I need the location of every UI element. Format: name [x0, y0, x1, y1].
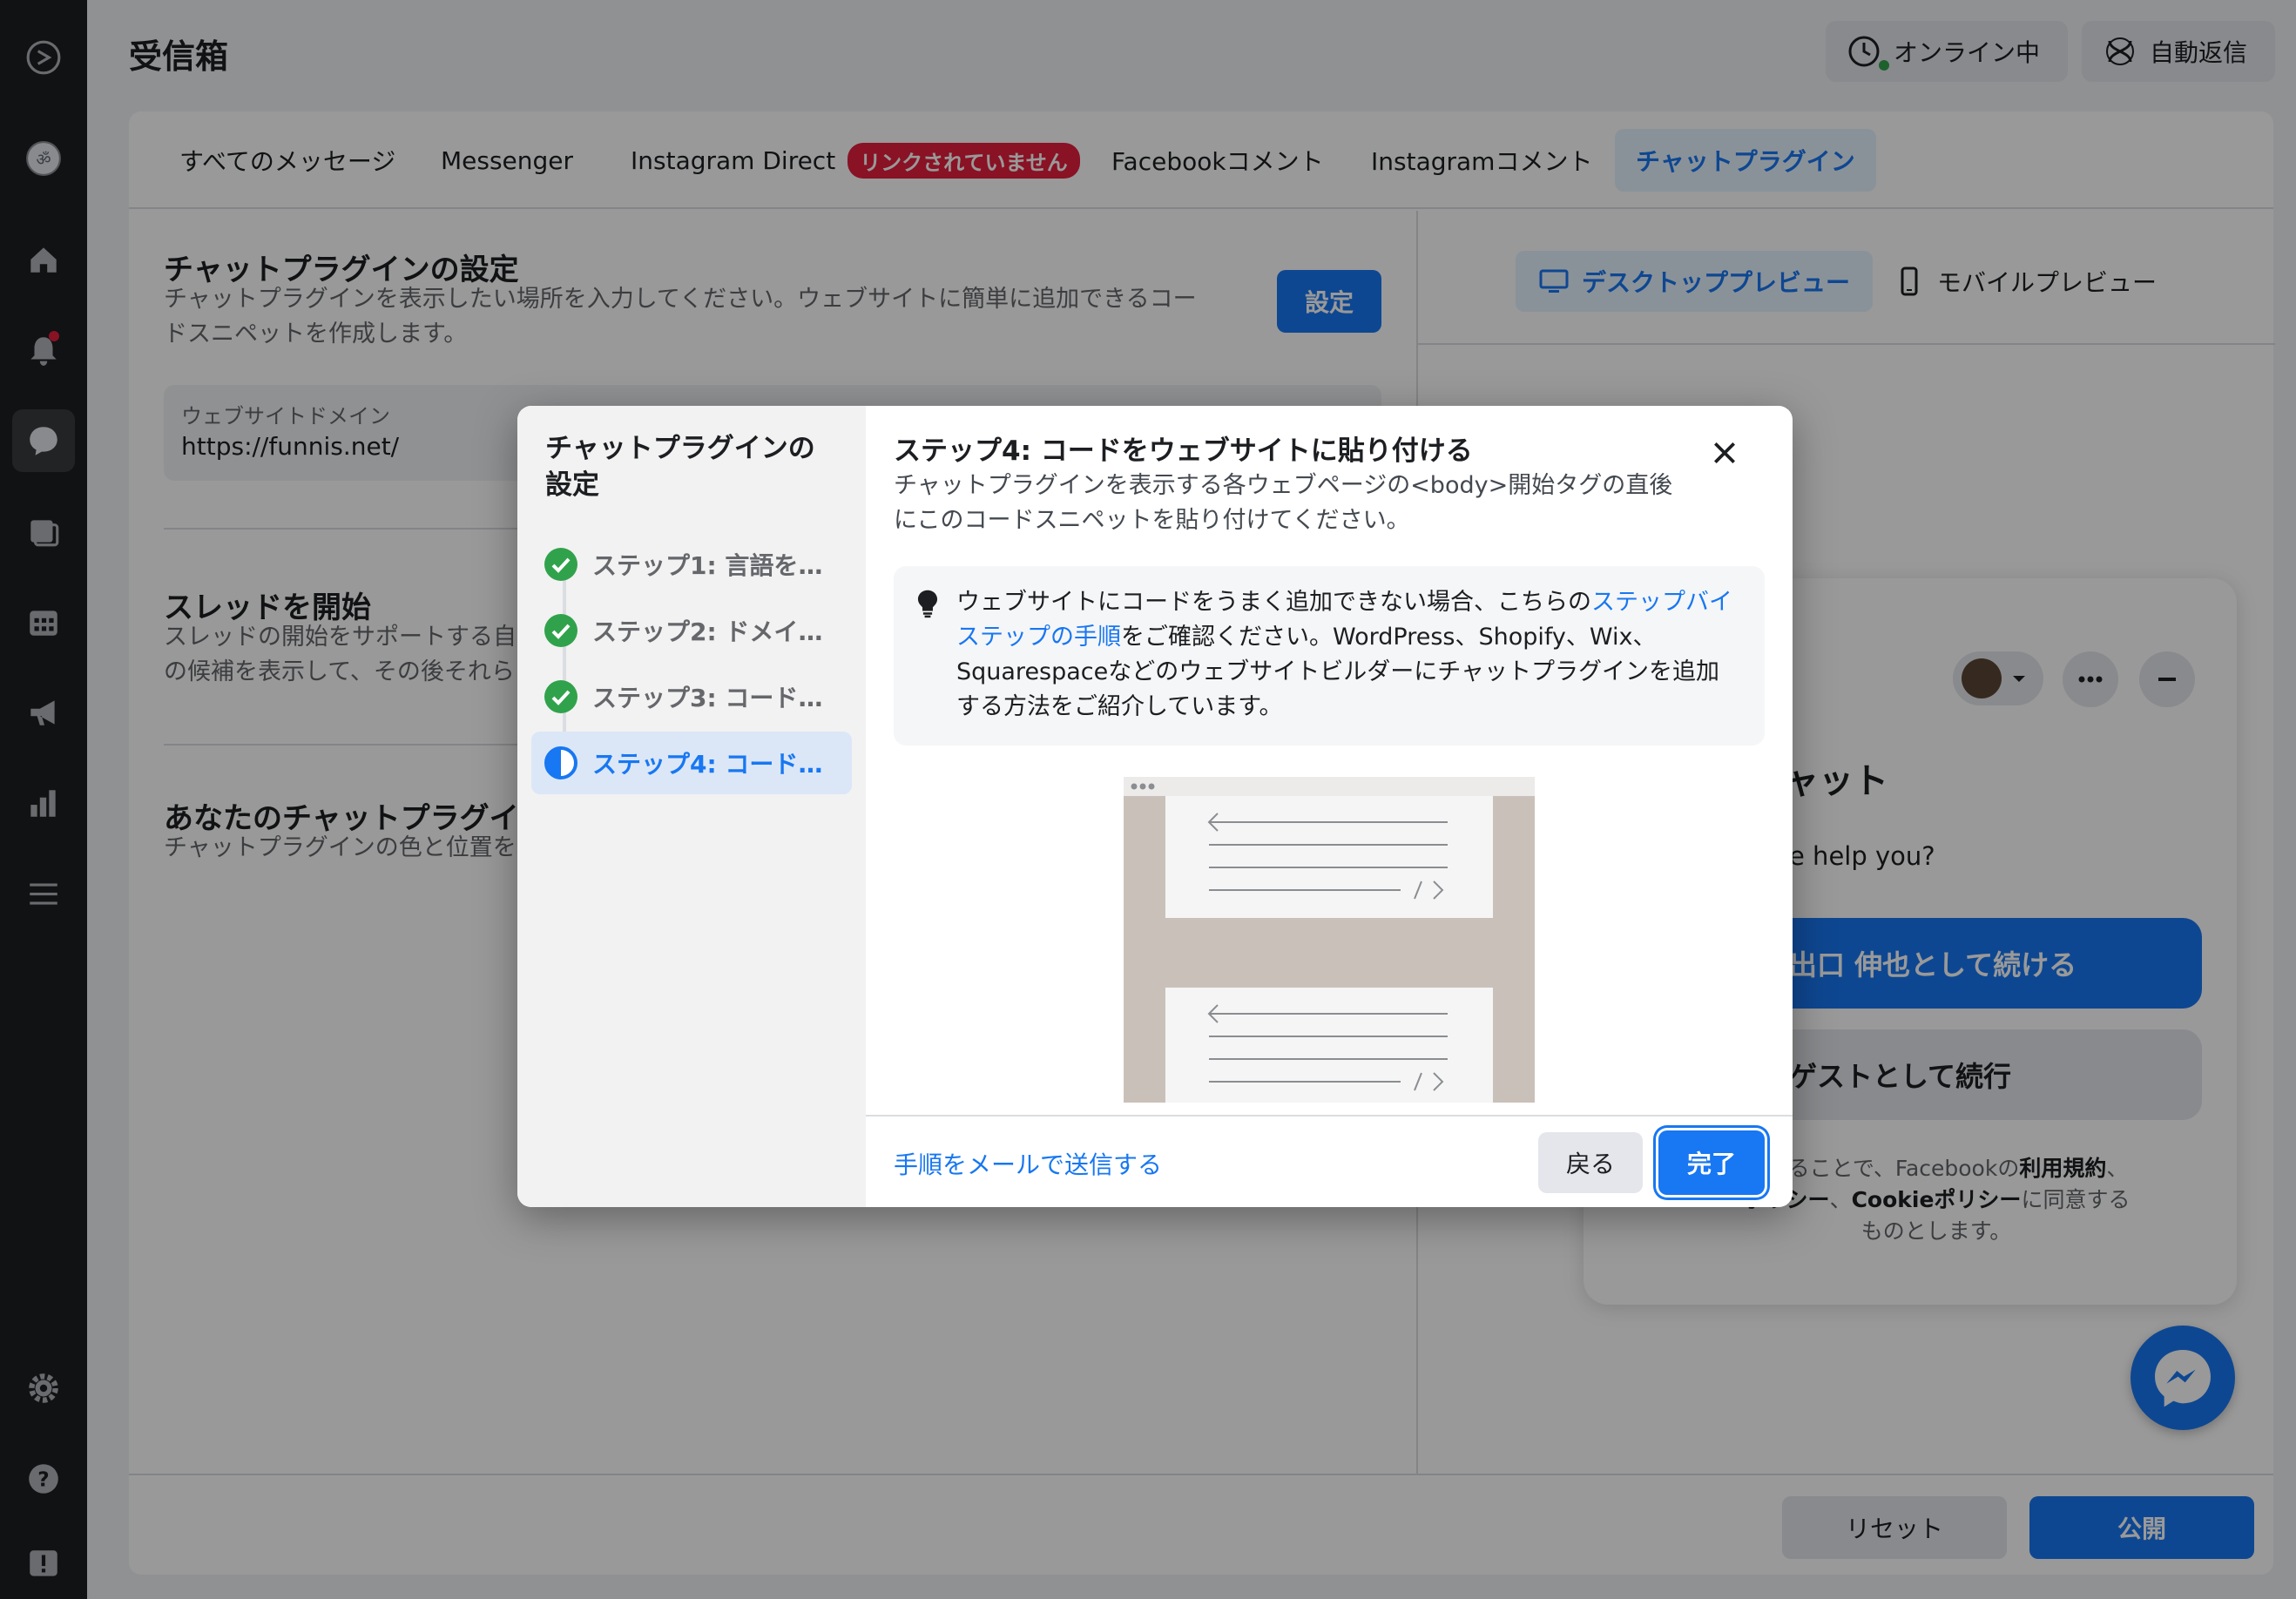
check-circle-icon: [544, 614, 577, 647]
dialog-subtitle-line: にこのコードスニペットを貼り付けてください。: [894, 507, 1410, 534]
check-circle-icon: [544, 548, 577, 581]
back-button[interactable]: 戻る: [1538, 1132, 1643, 1193]
check-circle-icon: [544, 680, 577, 713]
webpage-illustration-graphic: [1124, 777, 1535, 1103]
lightbulb-icon: [917, 590, 938, 618]
close-button[interactable]: [1700, 428, 1749, 477]
dialog-subtitle-line: チャットプラグインを表示する各ウェブページの<body>開始タグの直後: [894, 472, 1673, 499]
setup-steps-sidebar: チャットプラグインの設定 ステップ1: 言語を設定 ステップ2: ドメインを追加…: [517, 406, 866, 1207]
help-tip-text: ウェブサイトにコードをうまく追加できない場合、こちらのステップバイステップの手順…: [956, 585, 1740, 725]
step-label: ステップ3: コードを確認: [592, 684, 845, 712]
half-circle-progress-icon: [544, 746, 577, 779]
setup-sidebar-title: チャットプラグインの設定: [545, 433, 815, 501]
step-connector: [563, 570, 566, 758]
step-label: ステップ1: 言語を設定: [592, 551, 845, 580]
chat-plugin-setup-dialog: チャットプラグインの設定 ステップ1: 言語を設定 ステップ2: ドメインを追加…: [517, 406, 1793, 1207]
email-instructions-link[interactable]: 手順をメールで送信する: [894, 1146, 1162, 1181]
close-icon: [1714, 442, 1735, 463]
step-content: ステップ4: コードをウェブサイトに貼り付ける チャットプラグインを表示する各ウ…: [866, 406, 1793, 1207]
done-button[interactable]: 完了: [1658, 1130, 1765, 1195]
step-item-3[interactable]: ステップ3: コードを確認: [531, 665, 852, 728]
tip-text-part: ウェブサイトにコードをうまく追加できない場合、こちらの: [956, 589, 1591, 616]
help-tip-box: ウェブサイトにコードをうまく追加できない場合、こちらのステップバイステップの手順…: [894, 566, 1765, 746]
dialog-subtitle: チャットプラグインを表示する各ウェブページの<body>開始タグの直後 にこのコ…: [894, 469, 1695, 538]
dialog-title: ステップ4: コードをウェブサイトに貼り付ける: [894, 435, 1473, 467]
code-placement-illustration: [1124, 777, 1535, 1103]
step-label: ステップ2: ドメインを追加: [592, 617, 845, 646]
step-item-4[interactable]: ステップ4: コードを貼り付け: [531, 732, 852, 794]
step-item-1[interactable]: ステップ1: 言語を設定: [531, 533, 852, 596]
step-item-2[interactable]: ステップ2: ドメインを追加: [531, 599, 852, 662]
dialog-footer: 手順をメールで送信する 戻る 完了: [866, 1115, 1793, 1207]
step-label: ステップ4: コードを貼り付け: [592, 750, 845, 779]
